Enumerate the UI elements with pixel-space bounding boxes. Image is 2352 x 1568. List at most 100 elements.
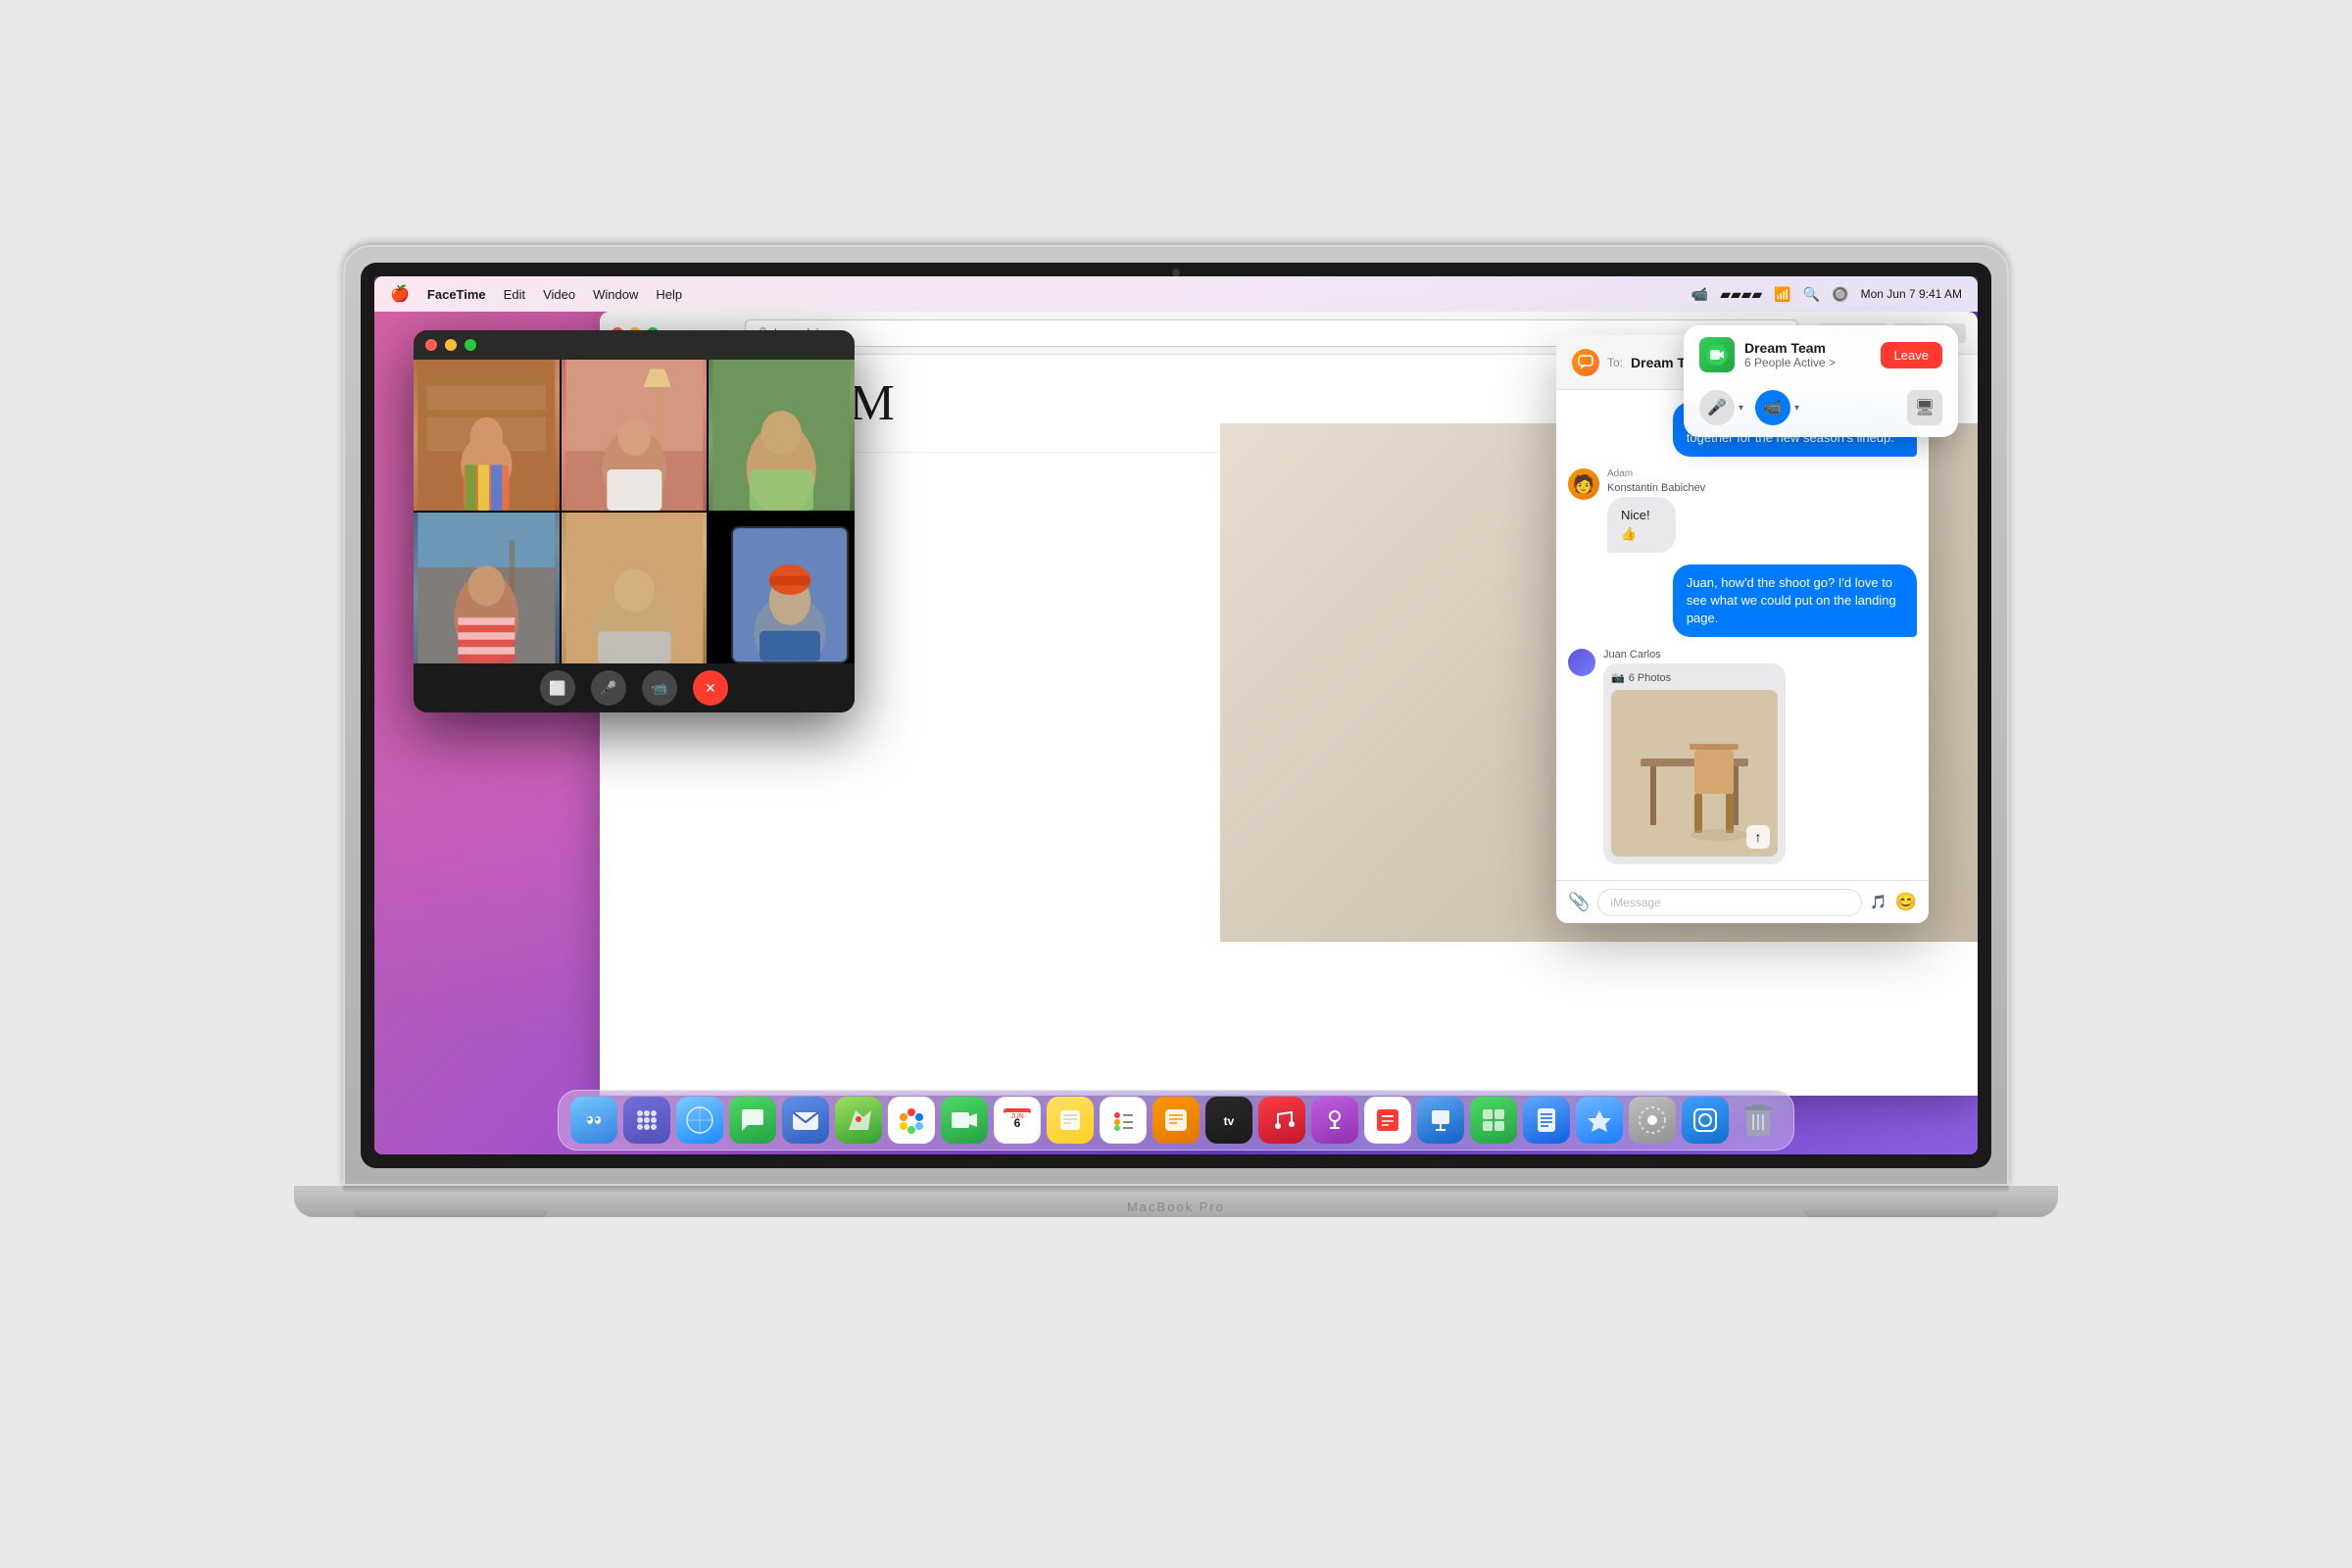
share-icon[interactable]: ↑ — [1746, 825, 1770, 849]
dock-safari[interactable] — [676, 1097, 723, 1144]
message-sent-2: Juan, how'd the shoot go? I'd love to se… — [1568, 564, 1917, 638]
dock-reminders[interactable] — [1100, 1097, 1147, 1144]
wifi-icon[interactable]: 📶 — [1774, 286, 1790, 303]
dock-photos[interactable] — [888, 1097, 935, 1144]
menu-bar-right: 📹 ▰▰▰▰ 📶 🔍 🔘 Mon Jun 7 9:41 AM — [1691, 286, 1962, 303]
dock-music[interactable] — [1258, 1097, 1305, 1144]
control-center-icon[interactable]: 🔘 — [1832, 286, 1848, 303]
screen-content: 🍎 FaceTime Edit Video Window Help 📹 ▰▰▰▰… — [374, 276, 1978, 1154]
dock-finder[interactable] — [570, 1097, 617, 1144]
dock-facetime[interactable] — [941, 1097, 988, 1144]
dock-trash[interactable] — [1735, 1097, 1782, 1144]
facetime-maximize[interactable] — [465, 339, 476, 351]
notif-header: Dream Team 6 People Active > Leave — [1699, 337, 1942, 372]
dock-notes2[interactable] — [1152, 1097, 1200, 1144]
macbook-base: MacBook Pro — [294, 1186, 2058, 1217]
emoji-button[interactable]: 😊 — [1895, 892, 1917, 912]
photo-count: 📷 6 Photos — [1611, 671, 1778, 684]
participant-5-video — [562, 513, 708, 663]
participant-3-video — [709, 360, 855, 511]
screen-share-btn[interactable]: ⬜ — [540, 670, 575, 706]
message-juan: Juan Carlos 📷 6 Photos — [1568, 649, 1917, 864]
facetime-controls: ⬜ 🎤 📹 ✕ — [414, 663, 855, 712]
video-cell-1 — [414, 360, 560, 511]
macbook-outer: 🍎 FaceTime Edit Video Window Help 📹 ▰▰▰▰… — [343, 245, 2009, 1323]
menu-bar-left: 🍎 FaceTime Edit Video Window Help — [390, 284, 682, 304]
menu-bar: 🍎 FaceTime Edit Video Window Help 📹 ▰▰▰▰… — [374, 276, 1978, 312]
dock: 6 JUN — [558, 1090, 1794, 1151]
dock-screentime[interactable] — [1682, 1097, 1729, 1144]
participant-4-video — [414, 513, 560, 663]
notification-popup: Dream Team 6 People Active > Leave 🎤 ▾ 📹… — [1684, 325, 1958, 437]
dock-appletv[interactable]: tv — [1205, 1097, 1252, 1144]
battery-icon: ▰▰▰▰ — [1720, 286, 1762, 303]
menu-edit[interactable]: Edit — [504, 287, 525, 302]
video-chevron-icon[interactable]: ▾ — [1794, 403, 1799, 414]
photo-bubble[interactable]: 📷 6 Photos — [1603, 663, 1786, 864]
participant-6-video — [733, 528, 847, 662]
menu-window[interactable]: Window — [593, 287, 638, 302]
leave-button[interactable]: Leave — [1881, 342, 1942, 368]
video-cell-2 — [562, 360, 708, 511]
camera — [1172, 269, 1180, 276]
notif-share-screen-btn[interactable]: 🖥 — [1907, 390, 1942, 425]
end-call-btn[interactable]: ✕ — [693, 670, 728, 706]
dock-container: 6 JUN — [374, 1090, 1978, 1154]
dock-launchpad[interactable] — [623, 1097, 670, 1144]
notif-mic-btn[interactable]: 🎤 — [1699, 390, 1735, 425]
facetime-titlebar — [414, 330, 855, 360]
macbook-lid: 🍎 FaceTime Edit Video Window Help 📹 ▰▰▰▰… — [343, 245, 2009, 1186]
macbook-hinge — [343, 1186, 2009, 1192]
search-icon[interactable]: 🔍 — [1803, 286, 1820, 303]
adam-avatar: 🧑 — [1568, 468, 1599, 500]
dock-messages[interactable] — [729, 1097, 776, 1144]
facetime-thumbnail — [731, 526, 849, 663]
audio-wave-icon[interactable]: 🎵 — [1870, 894, 1886, 910]
dock-numbers[interactable] — [1470, 1097, 1517, 1144]
juan-avatar — [1568, 649, 1595, 676]
dock-calendar[interactable]: 6 JUN — [994, 1097, 1041, 1144]
video-btn[interactable]: 📹 — [642, 670, 677, 706]
mic-btn[interactable]: 🎤 — [591, 670, 626, 706]
facetime-window: ⬜ 🎤 📹 ✕ — [414, 330, 855, 712]
camera-menubar-icon[interactable]: 📹 — [1691, 286, 1708, 303]
photo-preview-image: ↑ — [1611, 690, 1778, 857]
notif-facetime-icon — [1699, 337, 1735, 372]
menu-video[interactable]: Video — [543, 287, 575, 302]
macbook-foot-left — [353, 1209, 549, 1217]
screen-bezel: 🍎 FaceTime Edit Video Window Help 📹 ▰▰▰▰… — [361, 263, 1991, 1168]
dock-pages[interactable] — [1523, 1097, 1570, 1144]
mic-control-group: 🎤 ▾ — [1699, 390, 1743, 425]
notif-text: Dream Team 6 People Active > — [1744, 340, 1871, 369]
dock-systemprefs[interactable] — [1629, 1097, 1676, 1144]
macbook-label: MacBook Pro — [1127, 1200, 1225, 1214]
juan-name: Juan Carlos — [1603, 649, 1786, 661]
message-group-adam: 🧑 Adam Konstantin Babichev Nice! 👍 — [1568, 468, 1917, 552]
dock-news[interactable] — [1364, 1097, 1411, 1144]
dock-mail[interactable] — [782, 1097, 829, 1144]
adam-label: Adam — [1607, 468, 1705, 479]
dock-maps[interactable] — [835, 1097, 882, 1144]
facetime-close[interactable] — [425, 339, 437, 351]
dock-notes[interactable] — [1047, 1097, 1094, 1144]
dock-appstore[interactable] — [1576, 1097, 1623, 1144]
messages-to-label: To: — [1607, 356, 1623, 369]
message-bubble-sent-2: Juan, how'd the shoot go? I'd love to se… — [1673, 564, 1917, 638]
apple-logo-icon[interactable]: 🍎 — [390, 284, 410, 304]
message-input[interactable]: iMessage — [1597, 889, 1862, 916]
facetime-minimize[interactable] — [445, 339, 457, 351]
dock-keynote[interactable] — [1417, 1097, 1464, 1144]
konstantin-name: Konstantin Babichev — [1607, 482, 1705, 494]
app-name[interactable]: FaceTime — [427, 287, 486, 302]
messages-compose-icon[interactable] — [1572, 349, 1599, 376]
svg-text:tv: tv — [1224, 1114, 1235, 1128]
messages-input-bar: 📎 iMessage 🎵 😊 — [1556, 880, 1929, 923]
notif-subtitle: 6 People Active > — [1744, 356, 1871, 369]
messages-conversation[interactable]: We've been trying to get designs togethe… — [1556, 390, 1929, 880]
notif-video-btn[interactable]: 📹 — [1755, 390, 1790, 425]
dock-podcasts[interactable] — [1311, 1097, 1358, 1144]
menu-help[interactable]: Help — [656, 287, 682, 302]
notif-controls: 🎤 ▾ 📹 ▾ 🖥 — [1699, 382, 1942, 425]
mic-chevron-icon[interactable]: ▾ — [1739, 403, 1743, 414]
attachment-button[interactable]: 📎 — [1568, 892, 1590, 912]
